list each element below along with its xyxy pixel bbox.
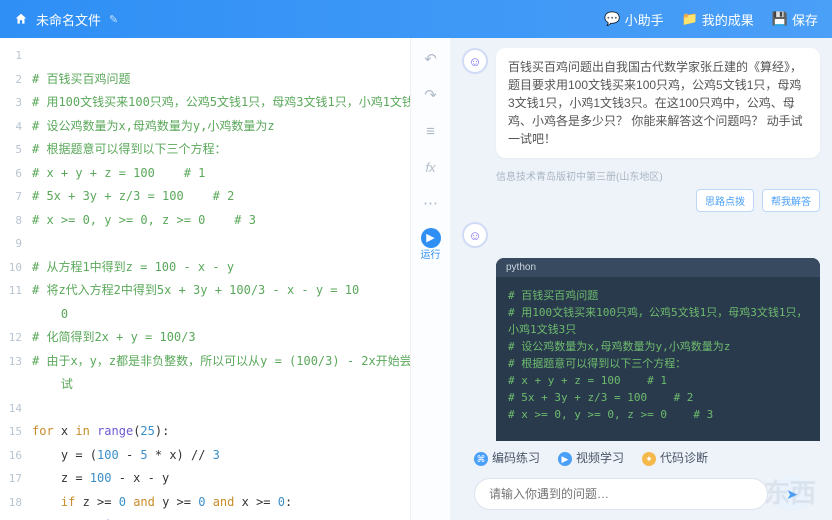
assistant-avatar-icon: ☺ [462,48,488,74]
code-lang-label: python [496,258,820,277]
sparkle-icon: ✦ [642,452,656,466]
assistant-avatar-icon: ☺ [462,222,488,248]
send-button[interactable]: ➤ [776,478,808,510]
line-gutter: 1234567891011121314151617181920 [0,38,28,520]
chat-icon: 💬 [604,11,620,27]
editor-toolbar: ↶ ↷ ≡ fx ⋯ ▶ 运行 [410,38,450,520]
save-button[interactable]: 💾 保存 [772,10,818,29]
assistant-code-message: ☺ [462,222,820,248]
assistant-button[interactable]: 💬 小助手 [604,10,663,29]
video-icon: ▶ [558,452,572,466]
redo-button[interactable]: ↷ [420,84,442,106]
folder-icon: 📁 [682,11,698,27]
app-header: 未命名文件 ✎ 💬 小助手 📁 我的成果 💾 保存 [0,0,832,38]
fx-button[interactable]: fx [420,156,442,178]
results-button[interactable]: 📁 我的成果 [682,10,754,29]
bottom-tabs: ⌘编码练习 ▶视频学习 ✦代码诊断 [450,441,832,471]
more-button[interactable]: ⋯ [420,192,442,214]
code-block: python # 百钱买百鸡问题 # 用100文钱买来100只鸡，公鸡5文钱1只… [496,258,820,441]
save-icon: 💾 [772,11,788,27]
code-block-body[interactable]: # 百钱买百鸡问题 # 用100文钱买来100只鸡，公鸡5文钱1只，母鸡3文钱1… [496,277,820,441]
play-icon: ▶ [421,228,441,248]
editor-pane: 1234567891011121314151617181920 # 百钱买百鸡问… [0,38,410,520]
code-icon: ⌘ [474,452,488,466]
file-title: 未命名文件 [36,10,101,29]
source-citation: 信息技术青岛版初中第三册(山东地区) [496,168,820,183]
chat-input[interactable] [474,478,768,510]
message-text: 百钱买百鸡问题出自我国古代数学家张丘建的《算经》，题目要求用100文钱买来100… [496,48,820,158]
run-button[interactable]: ▶ 运行 [421,228,441,262]
hint-button[interactable]: 思路点拨 [696,189,754,212]
tab-diagnose[interactable]: ✦代码诊断 [642,449,708,467]
undo-button[interactable]: ↶ [420,48,442,70]
edit-icon[interactable]: ✎ [109,13,118,26]
chat-input-bar: ➤ [450,470,832,520]
format-button[interactable]: ≡ [420,120,442,142]
tab-coding[interactable]: ⌘编码练习 [474,449,540,467]
code-editor[interactable]: # 百钱买百鸡问题 # 用100文钱买来100只鸡，公鸡5文钱1只，母鸡3文钱1… [28,38,410,520]
assistant-message: ☺ 百钱买百鸡问题出自我国古代数学家张丘建的《算经》，题目要求用100文钱买来1… [462,48,820,158]
home-icon[interactable] [14,12,28,26]
tab-video[interactable]: ▶视频学习 [558,449,624,467]
assistant-pane: ☺ 百钱买百鸡问题出自我国古代数学家张丘建的《算经》，题目要求用100文钱买来1… [450,38,832,520]
solve-button[interactable]: 帮我解答 [762,189,820,212]
